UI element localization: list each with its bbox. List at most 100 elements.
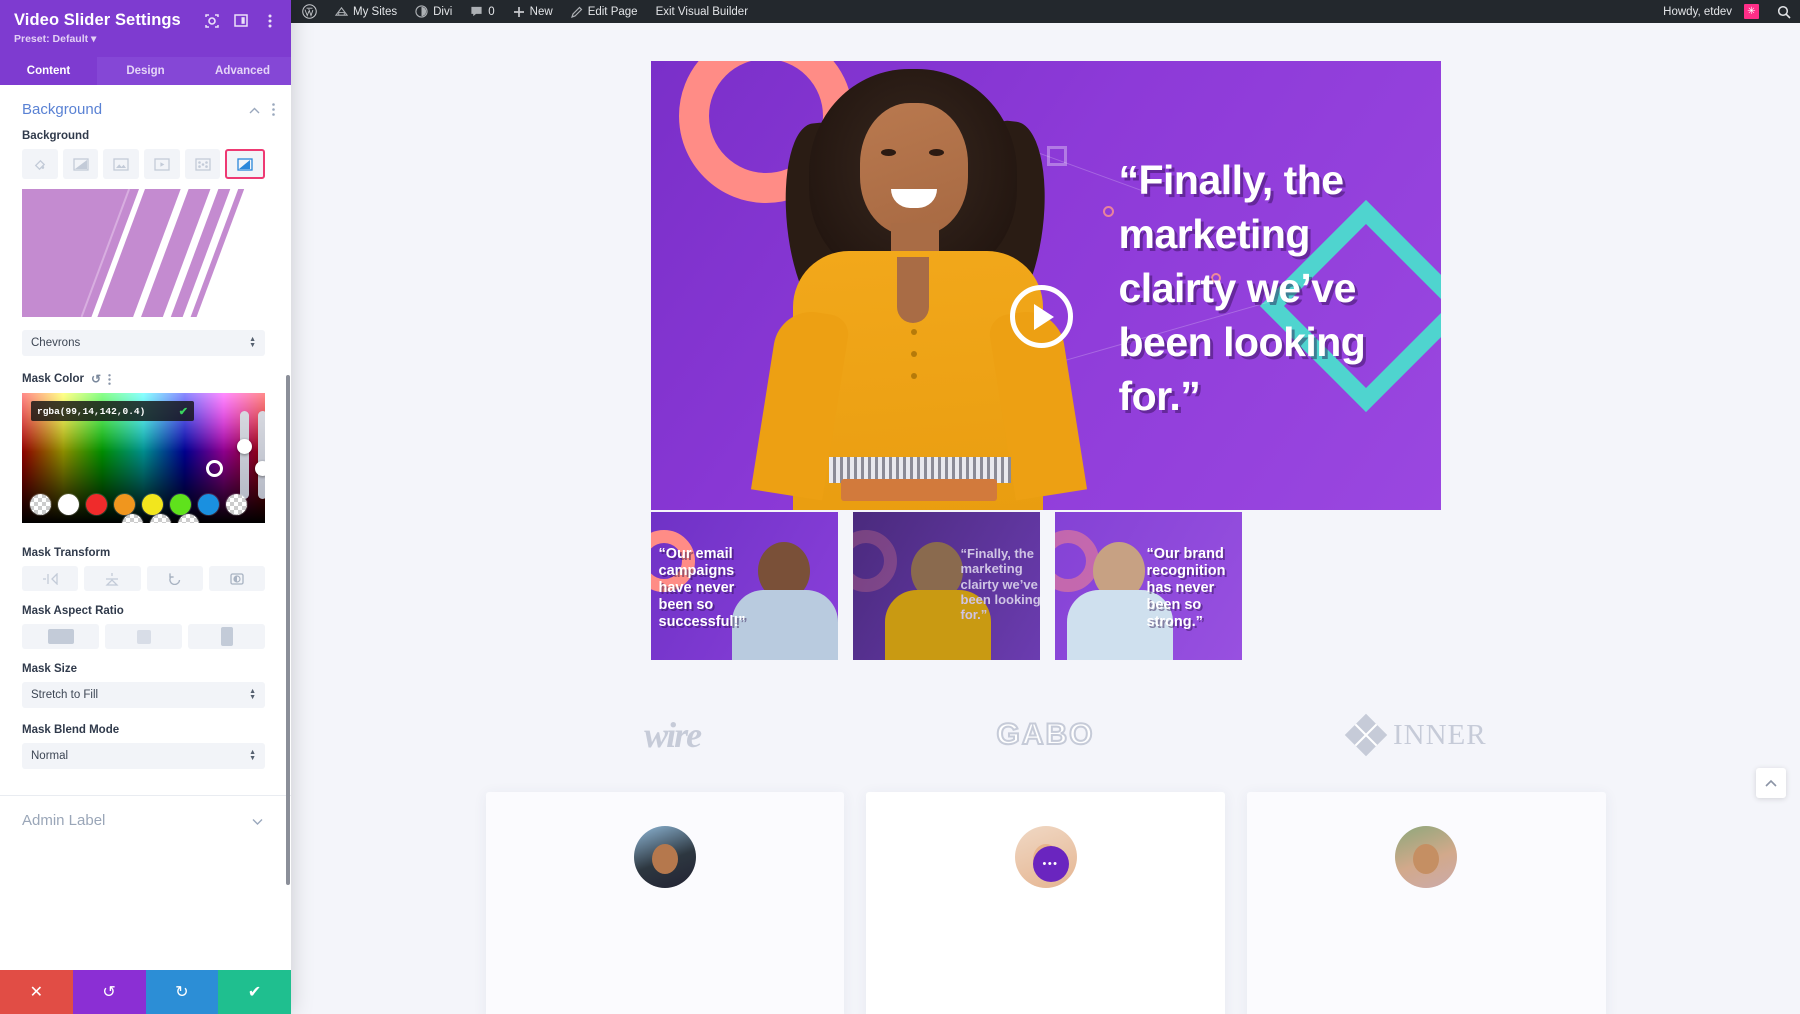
thumbnail-slide-2[interactable]: “Finally, the marketing clairty we’ve be…: [852, 512, 1040, 660]
swatch-blue[interactable]: [198, 494, 219, 515]
background-image-icon[interactable]: [103, 149, 140, 179]
aspect-portrait-icon[interactable]: [188, 624, 265, 649]
mask-blend-mode-select[interactable]: Normal ▲ ▼: [22, 743, 265, 769]
settings-panel-body: Background Background Chevrons ▲ ▼ Mask …: [0, 85, 291, 970]
color-value-text: rgba(99,14,142,0.4): [37, 405, 146, 417]
mask-style-value: Chevrons: [31, 337, 81, 349]
divi-icon: [415, 5, 428, 18]
play-icon[interactable]: [1009, 285, 1073, 348]
panel-scrollbar[interactable]: [286, 375, 290, 885]
testimonial-card-2[interactable]: •••: [866, 792, 1225, 1014]
invert-icon[interactable]: [208, 566, 265, 591]
chevron-updown-icon: ▲ ▼: [249, 749, 256, 762]
decor-dot-1: [1102, 206, 1114, 217]
mask-size-label: Mask Size: [22, 663, 77, 675]
admin-bar-divi[interactable]: Divi: [406, 0, 461, 23]
swatch-green[interactable]: [170, 494, 191, 515]
admin-bar-comments[interactable]: 0: [461, 0, 503, 23]
tab-advanced[interactable]: Advanced: [194, 57, 291, 85]
video-slider-thumbnails: “Our email campaigns have never been so …: [650, 512, 1441, 660]
tab-content[interactable]: Content: [0, 57, 97, 85]
mask-transform-label: Mask Transform: [22, 547, 111, 559]
admin-bar-my-sites[interactable]: My Sites: [326, 0, 406, 23]
cancel-button[interactable]: ✕: [0, 970, 73, 1014]
testimonial-card-1[interactable]: [485, 792, 845, 1014]
brand-gabo: GABO: [859, 708, 1232, 762]
search-icon[interactable]: [1768, 0, 1800, 23]
brand-wire: wire: [486, 708, 859, 762]
scroll-to-top-button[interactable]: [1756, 768, 1786, 798]
mask-style-select[interactable]: Chevrons ▲ ▼: [22, 330, 265, 356]
testimonial-card-3[interactable]: [1246, 792, 1606, 1014]
undo-button[interactable]: ↺: [72, 970, 146, 1014]
kebab-menu-icon[interactable]: [272, 103, 275, 116]
redo-button[interactable]: ↻: [145, 970, 219, 1014]
target-icon[interactable]: [204, 13, 219, 28]
hero-video-slide[interactable]: “Finally, the marketing clairty we’ve be…: [650, 61, 1441, 510]
admin-bar-edit-page[interactable]: Edit Page: [562, 0, 647, 23]
swatch-white[interactable]: [58, 494, 79, 515]
kebab-menu-icon[interactable]: [108, 373, 111, 385]
color-value-input[interactable]: rgba(99,14,142,0.4) ✔: [31, 401, 194, 421]
mask-color-label: Mask Color: [22, 373, 84, 385]
thumbnail-quote-1: “Our email campaigns have never been so …: [658, 546, 746, 631]
color-picker[interactable]: rgba(99,14,142,0.4) ✔: [22, 393, 265, 523]
section-header-background[interactable]: Background: [0, 85, 291, 130]
chevron-up-icon[interactable]: [249, 103, 260, 117]
save-button[interactable]: ✔: [218, 970, 291, 1014]
wordpress-logo-icon[interactable]: [291, 0, 326, 23]
hue-slider-knob[interactable]: [237, 439, 252, 454]
swatch-transparent[interactable]: [30, 494, 51, 515]
admin-bar-howdy[interactable]: Howdy, etdev ✳: [1652, 0, 1768, 23]
admin-bar-new[interactable]: New: [504, 0, 562, 23]
admin-bar-exit-visual-builder[interactable]: Exit Visual Builder: [647, 0, 757, 23]
background-pattern-icon[interactable]: [184, 149, 221, 179]
rotate-icon[interactable]: [146, 566, 203, 591]
chevron-down-icon[interactable]: [252, 814, 263, 828]
kebab-menu-icon[interactable]: [262, 13, 277, 28]
chevron-updown-icon: ▲ ▼: [249, 336, 256, 349]
plus-icon: [513, 6, 525, 18]
swatch-empty-2[interactable]: [150, 514, 171, 523]
thumbnail-slide-1[interactable]: “Our email campaigns have never been so …: [650, 512, 838, 660]
avatar: •••: [1014, 826, 1077, 888]
preset-label: Preset: Default: [14, 33, 89, 45]
admin-bar-edit-page-label: Edit Page: [587, 5, 638, 18]
mask-aspect-ratio-label: Mask Aspect Ratio: [22, 605, 124, 617]
settings-tabs: Content Design Advanced: [0, 57, 291, 85]
video-slider-settings-panel: Video Slider Settings Preset: Default ▾ …: [0, 0, 291, 1014]
swatch-orange[interactable]: [114, 494, 135, 515]
background-gradient-icon[interactable]: [62, 149, 99, 179]
alpha-slider-knob[interactable]: [255, 461, 265, 476]
background-color-icon[interactable]: [22, 149, 58, 179]
preset-selector[interactable]: Preset: Default ▾: [14, 33, 277, 45]
swatch-red[interactable]: [86, 494, 107, 515]
mask-transform-buttons: [22, 566, 265, 591]
swatch-empty-3[interactable]: [178, 514, 199, 523]
loading-dots-icon: •••: [1032, 846, 1069, 882]
swatch-transparent-2[interactable]: [226, 494, 247, 515]
mask-size-select[interactable]: Stretch to Fill ▲ ▼: [22, 682, 265, 708]
admin-bar-comments-count: 0: [488, 5, 495, 18]
background-field-label: Background: [22, 130, 90, 142]
layout-panel-icon[interactable]: [233, 13, 248, 28]
swatch-empty-1[interactable]: [122, 514, 143, 523]
swatch-yellow[interactable]: [142, 494, 163, 515]
avatar: [633, 826, 696, 888]
color-swatches-row2: [122, 514, 199, 523]
pencil-icon: [570, 6, 583, 18]
aspect-square-icon[interactable]: [105, 624, 182, 649]
thumbnail-slide-3[interactable]: “Our brand recognition has never been so…: [1054, 512, 1242, 660]
section-header-admin-label[interactable]: Admin Label: [0, 796, 291, 845]
background-video-icon[interactable]: [144, 149, 180, 179]
tab-design[interactable]: Design: [97, 57, 194, 85]
color-picker-handle[interactable]: [206, 460, 223, 477]
hue-slider[interactable]: [237, 411, 252, 499]
background-mask-icon[interactable]: [225, 149, 266, 179]
flip-vertical-icon[interactable]: [84, 566, 141, 591]
aspect-landscape-icon[interactable]: [22, 624, 99, 649]
check-icon[interactable]: ✔: [179, 405, 188, 418]
alpha-slider[interactable]: [255, 411, 265, 499]
reset-icon[interactable]: ↺: [91, 372, 101, 386]
flip-horizontal-icon[interactable]: [22, 566, 79, 591]
